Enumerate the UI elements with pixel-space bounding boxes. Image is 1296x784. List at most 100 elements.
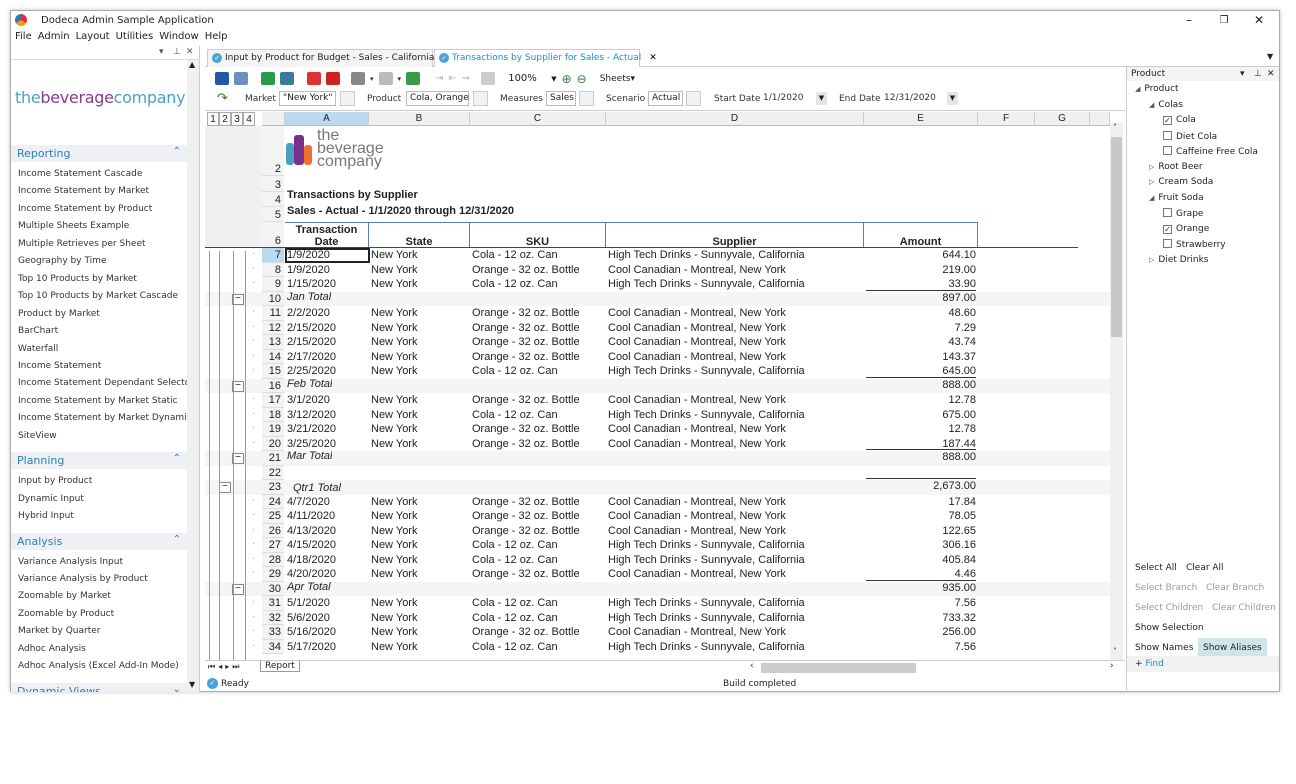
zoom-select[interactable]: 100% [508,73,546,84]
close-icon[interactable]: ✕ [186,47,194,57]
cell-date[interactable]: 3/12/2020 [287,408,367,422]
collapse-icon[interactable]: ⌃ [173,453,181,464]
tree-node-caffeine-free-cola[interactable]: Caffeine Free Cola [1163,146,1258,157]
cell-date[interactable]: 1/9/2020 [287,263,367,277]
maximize-button[interactable]: ❐ [1214,15,1234,26]
row-header[interactable]: 15 [262,364,284,379]
row-header[interactable]: 10 [262,291,284,306]
checkbox-checked[interactable]: ✓ [1163,116,1172,125]
menu-help[interactable]: Help [205,31,228,45]
end-date-dropdown-icon[interactable]: ▼ [947,92,958,105]
scroll-thumb[interactable] [1111,137,1122,337]
cell-supplier[interactable]: High Tech Drinks - Sunnyvale, California [608,248,862,262]
cell-state[interactable]: New York [371,393,468,407]
market-selector[interactable]: "New York" [279,91,336,106]
cell-amount[interactable]: 7.56 [866,640,976,654]
cell-amount[interactable]: 7.56 [866,596,976,610]
cell-date[interactable]: 2/2/2020 [287,306,367,320]
nav-item-income-statement[interactable]: Income Statement [18,361,101,371]
nav-item-multiple-retrieves-per-sheet[interactable]: Multiple Retrieves per Sheet [18,239,146,249]
market-picker-button[interactable] [340,91,355,106]
nav-item-geography-by-time[interactable]: Geography by Time [18,256,106,266]
close-icon[interactable]: ✕ [1267,69,1275,79]
column-header-C[interactable]: C [470,112,606,126]
cell-supplier[interactable]: Cool Canadian - Montreal, New York [608,306,862,320]
end-date-field[interactable]: 12/31/2020 [884,93,936,103]
save-icon[interactable] [215,72,229,85]
collapse-arrow-icon[interactable]: ◢ [1149,194,1154,202]
cell-amount[interactable]: 7.29 [866,321,976,335]
row-header[interactable]: 30 [262,581,284,596]
start-date-dropdown-icon[interactable]: ▼ [816,92,827,105]
cell-quarter-total-label[interactable]: Qtr1 Total [293,481,341,495]
tree-node-cola[interactable]: ✓ Cola [1163,115,1196,125]
cell-supplier[interactable]: High Tech Drinks - Sunnyvale, California [608,277,862,291]
cell-supplier[interactable]: High Tech Drinks - Sunnyvale, California [608,596,862,610]
row-header[interactable]: 14 [262,349,284,364]
cell-date[interactable]: 2/17/2020 [287,350,367,364]
scroll-up-icon[interactable]: ˄ [1113,123,1117,132]
nav-item-income-statement-by-market-static[interactable]: Income Statement by Market Static [18,396,178,406]
row-header[interactable]: 20 [262,436,284,451]
row-header[interactable]: 9 [262,277,284,292]
cell-supplier[interactable]: High Tech Drinks - Sunnyvale, California [608,640,862,654]
cell-amount[interactable]: 78.05 [866,509,976,523]
excel-open-icon[interactable] [280,72,294,85]
cell-supplier[interactable]: Cool Canadian - Montreal, New York [608,567,862,581]
cell-state[interactable]: New York [371,553,468,567]
row-header[interactable]: 2 [262,126,284,176]
collapse-arrow-icon[interactable]: ◢ [1149,101,1154,109]
cell-amount[interactable]: 48.60 [866,306,976,320]
cell-amount[interactable]: 219.00 [866,263,976,277]
row-header[interactable]: 34 [262,639,284,654]
cell-state[interactable]: New York [371,495,468,509]
cell-date[interactable]: 3/1/2020 [287,393,367,407]
cell-sku[interactable]: Cola - 12 oz. Can [472,553,604,567]
row-header[interactable]: 6 [262,222,284,248]
checkbox[interactable] [1163,239,1172,248]
checkbox-checked[interactable]: ✓ [1163,224,1172,234]
tree-node-colas[interactable]: ◢ Colas [1149,100,1183,110]
cell-month-total-label[interactable]: Feb Total [287,377,332,391]
nav-item-hybrid-input[interactable]: Hybrid Input [18,511,74,521]
nav-item-top-10-products-by-market[interactable]: Top 10 Products by Market [18,274,137,284]
insert-row-icon[interactable]: ⇥ [435,73,443,84]
cell-supplier[interactable]: Cool Canadian - Montreal, New York [608,321,862,335]
row-header[interactable]: 3 [262,176,284,192]
cell-state[interactable]: New York [371,422,468,436]
nav-item-zoomable-by-market[interactable]: Zoomable by Market [18,591,111,601]
expand-arrow-icon[interactable]: ▷ [1149,256,1154,264]
cell-supplier[interactable]: Cool Canadian - Montreal, New York [608,422,862,436]
row-header[interactable]: 23 [262,480,284,495]
tree-node-orange[interactable]: ✓ Orange [1163,224,1209,234]
product-selector[interactable]: Cola, Orange [406,91,469,106]
cell-supplier[interactable]: Cool Canadian - Montreal, New York [608,524,862,538]
clear-children-button[interactable]: Clear Children [1212,603,1276,613]
cell-amount-total[interactable]: 897.00 [866,289,976,305]
product-picker-button[interactable] [473,91,488,106]
dropdown-icon[interactable]: ▾ [370,75,374,83]
row-header[interactable]: 4 [262,192,284,207]
cell-sku[interactable]: Cola - 12 oz. Can [472,248,604,262]
cell-sku[interactable]: Orange - 32 oz. Bottle [472,393,604,407]
collapse-group-button[interactable]: − [219,482,231,493]
cell-date[interactable]: 4/11/2020 [287,509,367,523]
cell-date[interactable]: 3/21/2020 [287,422,367,436]
cell-state[interactable]: New York [371,437,468,451]
row-header[interactable]: 21 [262,451,284,466]
cell-sku[interactable]: Cola - 12 oz. Can [472,277,604,291]
expand-icon[interactable]: ⌄ [173,684,181,692]
cell-amount[interactable]: 256.00 [866,625,976,639]
nav-item-waterfall[interactable]: Waterfall [18,344,58,354]
cell-amount[interactable]: 122.65 [866,524,976,538]
cell-amount[interactable]: 644.10 [866,248,976,262]
cell-supplier[interactable]: High Tech Drinks - Sunnyvale, California [608,553,862,567]
spreadsheet-grid[interactable]: 1234 ABCDEFG the beverage company Transact… [205,110,1125,660]
pin-icon[interactable]: ⊥ [1254,69,1262,79]
zoom-dropdown-icon[interactable]: ▼ [551,75,556,83]
cell-amount[interactable]: 405.84 [866,553,976,567]
row-header[interactable]: 27 [262,538,284,553]
cell-state[interactable]: New York [371,335,468,349]
cell-supplier[interactable]: Cool Canadian - Montreal, New York [608,393,862,407]
cell-amount[interactable]: 17.84 [866,495,976,509]
